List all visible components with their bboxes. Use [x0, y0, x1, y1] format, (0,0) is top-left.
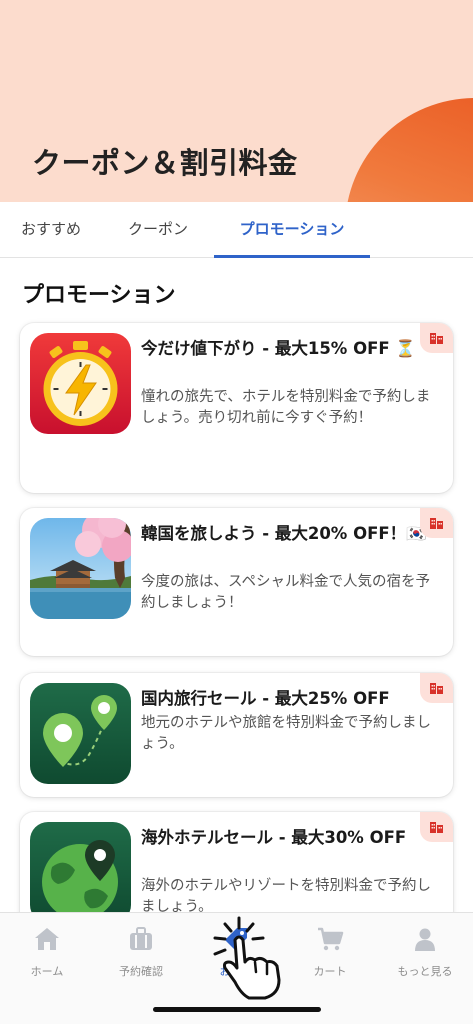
nav-bookings[interactable]: 予約確認: [101, 925, 181, 979]
home-indicator: [153, 1007, 321, 1012]
hotel-badge: [420, 673, 453, 703]
nav-home[interactable]: ホーム: [7, 925, 87, 979]
hotel-badge: [420, 323, 453, 353]
hotel-icon: [430, 333, 443, 344]
section-title: プロモーション: [22, 283, 176, 308]
nav-label: カート: [313, 965, 347, 978]
map-pins-icon: [30, 683, 131, 784]
promotion-card[interactable]: 韓国を旅しよう - 最大20% OFF！🇰🇷 今度の旅は、スペシャル料金で人気の…: [20, 508, 453, 656]
promotion-title: 国内旅行セール - 最大25% OFF: [141, 689, 390, 708]
person-icon: [415, 928, 435, 951]
promotion-title: 今だけ値下がり - 最大15% OFF ⏳: [141, 339, 416, 358]
promotion-card[interactable]: 今だけ値下がり - 最大15% OFF ⏳ 憧れの旅先で、ホテルを特別料金で予約…: [20, 323, 453, 493]
hotel-icon: [430, 683, 443, 694]
cart-icon: [318, 927, 344, 951]
promotion-description: 地元のホテルや旅館を特別料金で予約しましょう。: [141, 715, 431, 752]
tab-coupons[interactable]: クーポン: [128, 202, 188, 258]
tap-gesture-icon: [213, 916, 281, 1000]
nav-label: もっと見る: [397, 965, 453, 978]
korea-palace-photo: [30, 518, 131, 619]
page-header: クーポン＆割引料金: [0, 0, 473, 202]
nav-label: 予約確認: [119, 965, 163, 978]
page-title: クーポン＆割引料金: [32, 146, 298, 180]
promotion-description: 憧れの旅先で、ホテルを特別料金で予約しましょう。売り切れ前に今すぐ予約！: [141, 389, 431, 426]
nav-label: ホーム: [30, 965, 64, 978]
tab-recommended[interactable]: おすすめ: [21, 202, 81, 258]
hotel-icon: [430, 518, 443, 529]
promotion-title: 韓国を旅しよう - 最大20% OFF！🇰🇷: [141, 524, 427, 543]
nav-more[interactable]: もっと見る: [385, 925, 465, 979]
tab-promotions[interactable]: プロモーション: [214, 202, 370, 258]
stopwatch-lightning-icon: [30, 333, 131, 434]
tab-bar: おすすめ クーポン プロモーション: [0, 202, 473, 258]
header-decoration: [345, 98, 473, 202]
promotion-title: 海外ホテルセール - 最大30% OFF: [141, 828, 407, 847]
hotel-icon: [430, 822, 443, 833]
promotion-description: 今度の旅は、スペシャル料金で人気の宿を予約しましょう！: [141, 574, 430, 611]
nav-cart[interactable]: カート: [290, 925, 370, 979]
globe-pin-icon: [30, 822, 131, 923]
hotel-badge: [420, 508, 453, 538]
hotel-badge: [420, 812, 453, 842]
briefcase-icon: [130, 927, 152, 950]
home-icon: [35, 928, 59, 950]
promotion-card[interactable]: 国内旅行セール - 最大25% OFF 地元のホテルや旅館を特別料金で予約しまし…: [20, 673, 453, 797]
